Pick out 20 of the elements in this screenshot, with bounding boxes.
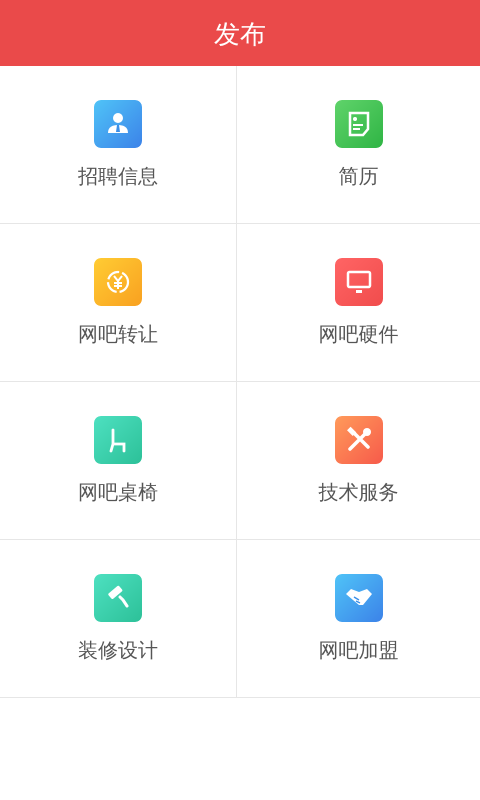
category-label: 装修设计 [78, 638, 158, 662]
category-label: 网吧桌椅 [78, 480, 158, 504]
handshake-icon [334, 574, 382, 622]
coin-icon [94, 258, 142, 306]
category-label: 网吧转让 [78, 322, 158, 346]
person-icon [94, 100, 142, 148]
tools-icon [334, 416, 382, 464]
category-label: 网吧加盟 [318, 638, 398, 662]
category-label: 技术服务 [318, 480, 398, 504]
category-label: 网吧硬件 [318, 322, 398, 346]
category-label: 简历 [338, 164, 378, 188]
publish-category-tile[interactable]: 网吧转让 [0, 224, 237, 382]
monitor-icon [334, 258, 382, 306]
page-title: 发布 [214, 18, 266, 52]
category-label: 招聘信息 [78, 164, 158, 188]
document-icon [334, 100, 382, 148]
publish-category-tile[interactable]: 网吧桌椅 [0, 382, 237, 540]
chair-icon [94, 416, 142, 464]
publish-category-tile[interactable]: 招聘信息 [0, 66, 237, 224]
publish-category-tile[interactable]: 装修设计 [0, 540, 237, 698]
